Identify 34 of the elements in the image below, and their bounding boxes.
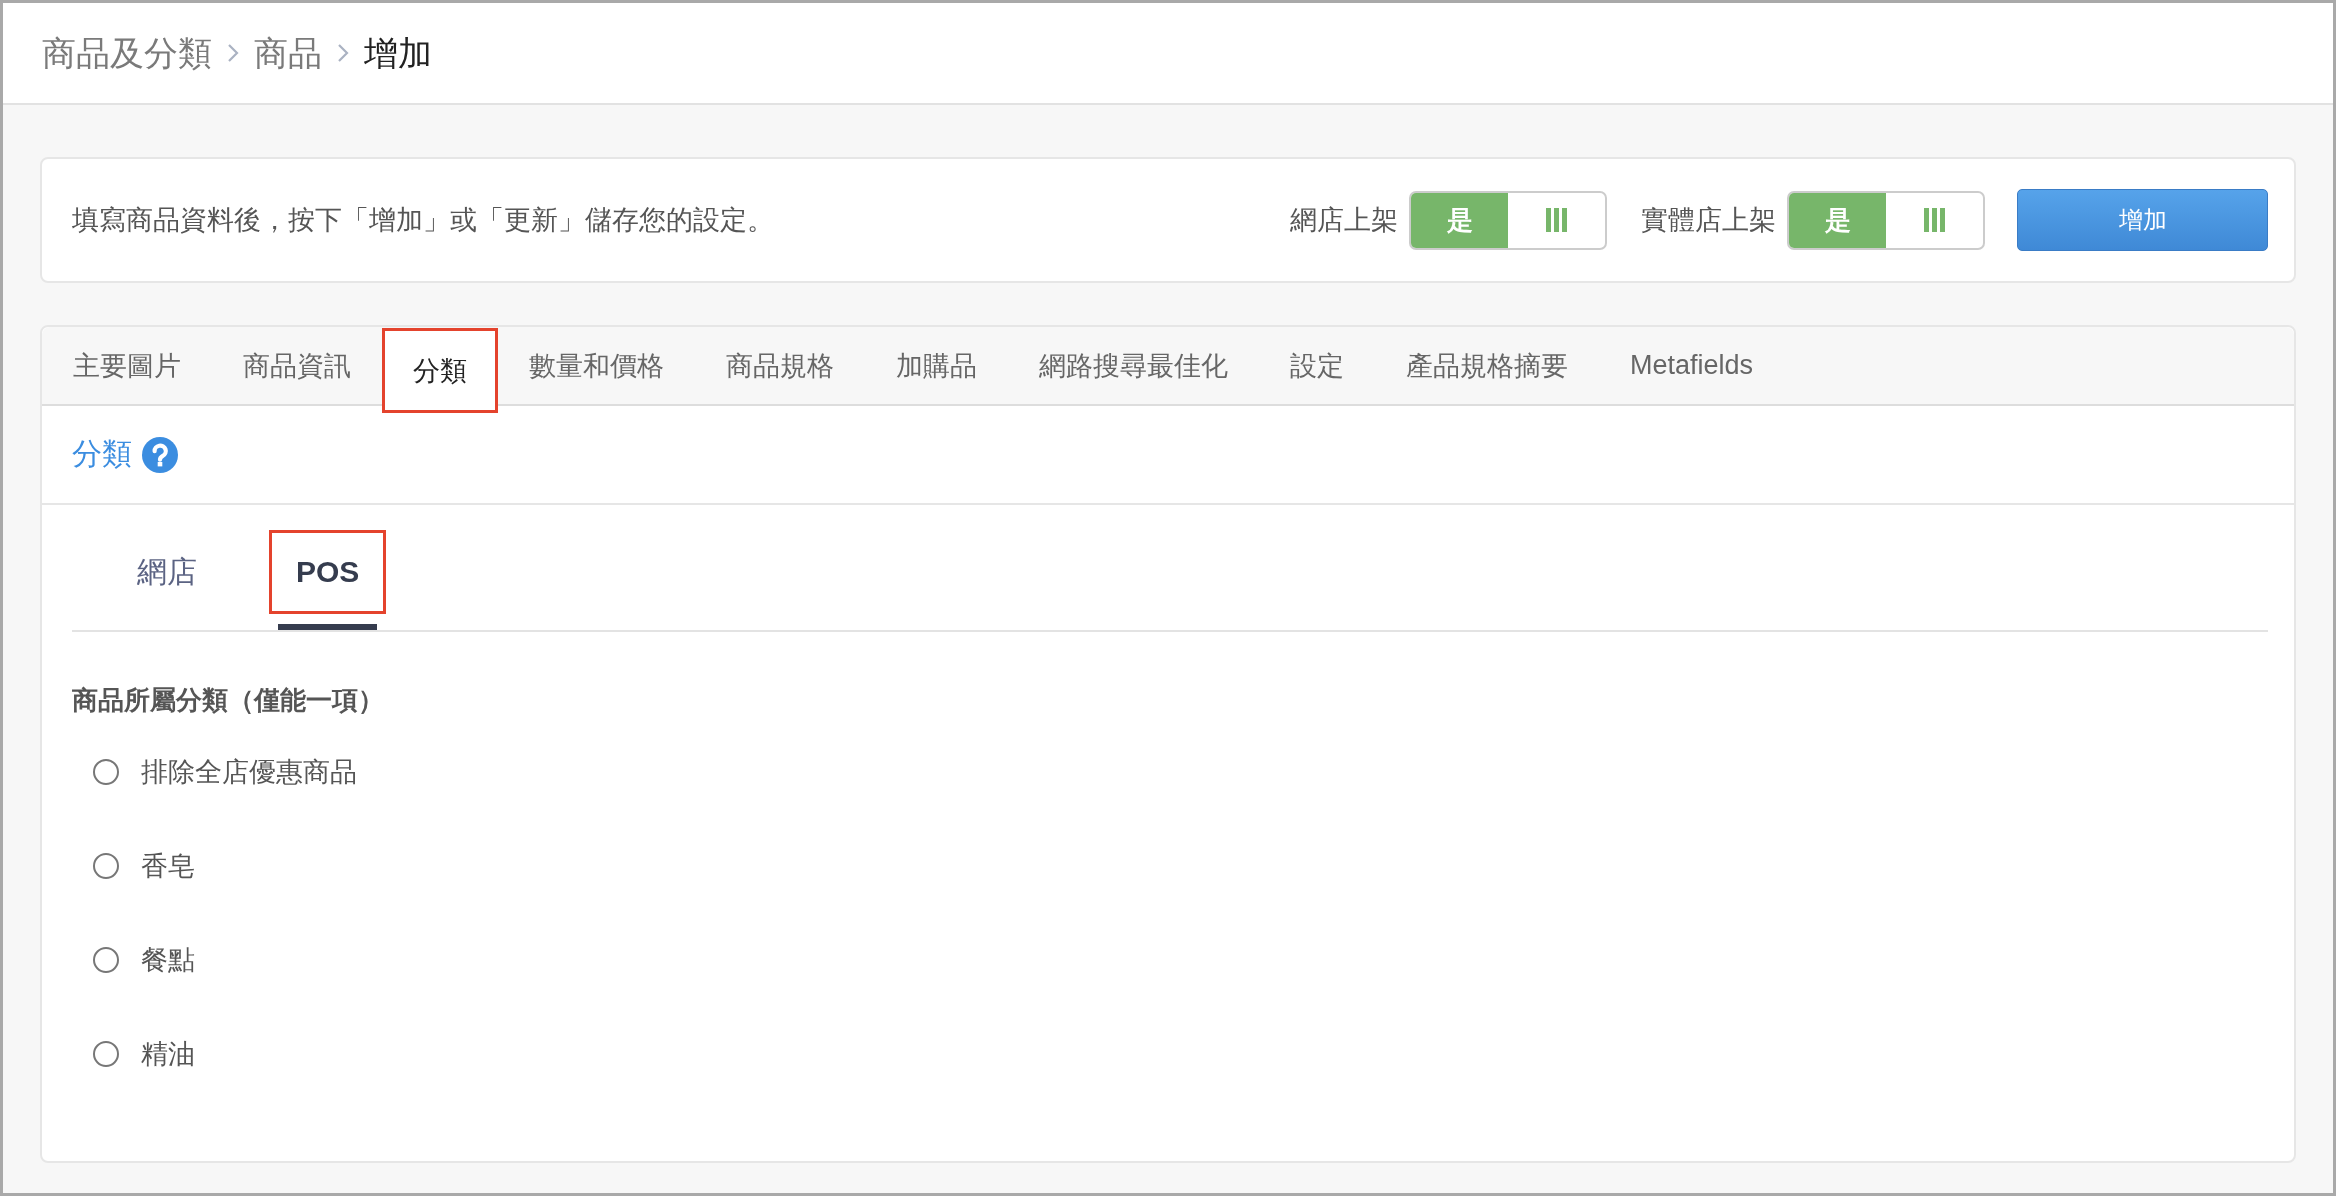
breadcrumb-current: 增加	[364, 33, 432, 74]
radio-button[interactable]	[93, 759, 119, 785]
section-title: 分類	[72, 436, 132, 472]
tab[interactable]: 商品資訊	[212, 327, 382, 404]
breadcrumb-link[interactable]: 商品	[254, 31, 322, 75]
field-label: 商品所屬分類（僅能一項）	[72, 684, 384, 717]
radio-label[interactable]: 香皂	[141, 848, 195, 884]
add-button[interactable]: 增加	[2017, 189, 2268, 251]
tab[interactable]: 產品規格摘要	[1375, 327, 1599, 404]
tab[interactable]: 主要圖片	[42, 327, 212, 404]
radio-label[interactable]: 精油	[141, 1036, 195, 1072]
radio-label[interactable]: 餐點	[141, 942, 195, 978]
channel-tab[interactable]: POS	[269, 530, 387, 614]
tab[interactable]: 數量和價格	[498, 327, 695, 404]
help-icon[interactable]	[142, 436, 178, 473]
tab[interactable]: Metafields	[1599, 327, 1785, 404]
toggle-label: 實體店上架	[1641, 204, 1776, 237]
channel-tab[interactable]: 網店	[110, 530, 224, 614]
grip-bars-icon	[1546, 208, 1567, 232]
tab[interactable]: 商品規格	[695, 327, 865, 404]
tab[interactable]: 設定	[1259, 327, 1375, 404]
radio-label[interactable]: 排除全店優惠商品	[141, 754, 357, 790]
tab[interactable]: 加購品	[865, 327, 1008, 404]
chevron-right-icon	[337, 43, 349, 63]
radio-button[interactable]	[93, 947, 119, 973]
radio-button[interactable]	[93, 853, 119, 879]
toggle-label: 網店上架	[1290, 204, 1398, 237]
tab[interactable]: 分類	[382, 328, 498, 413]
grip-bars-icon	[1924, 208, 1945, 232]
info-message: 填寫商品資料後，按下「增加」或「更新」儲存您的設定。	[72, 204, 774, 237]
breadcrumb-link[interactable]: 商品及分類	[42, 31, 212, 75]
chevron-right-icon	[227, 43, 239, 63]
radio-button[interactable]	[93, 1041, 119, 1067]
tab[interactable]: 網路搜尋最佳化	[1008, 327, 1259, 404]
